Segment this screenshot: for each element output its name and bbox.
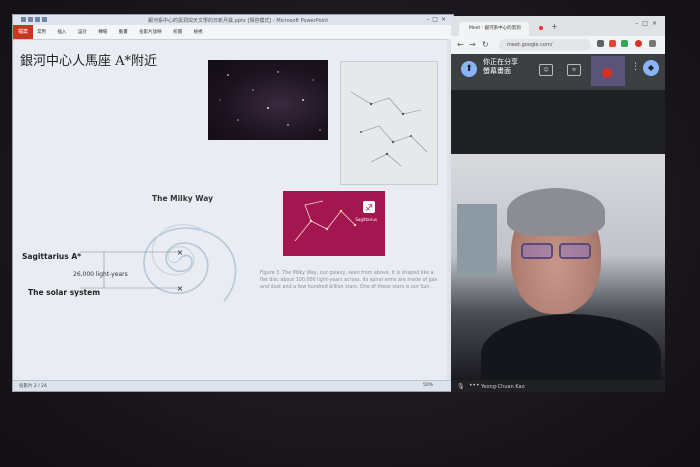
speaker-video-tile [451, 154, 665, 380]
ribbon-tab-view[interactable]: 檢視 [194, 30, 203, 35]
milky-way-title: The Milky Way [152, 194, 213, 203]
sagittarius-marker: × [177, 248, 184, 257]
extension-puzzle-icon[interactable] [621, 40, 628, 47]
reload-icon[interactable]: ↻ [482, 40, 489, 49]
sagittarius-constellation-image: ♐ Sagittarius [283, 191, 385, 256]
sagittarius-drawing: ♐ [294, 200, 375, 242]
participant-options-icon[interactable]: ••• [469, 382, 480, 389]
extension-record-icon[interactable] [609, 40, 616, 47]
slide-counter: 投影片 2 / 24 [19, 384, 47, 389]
speaker-hair [507, 188, 605, 236]
solar-system-label: The solar system [28, 288, 101, 297]
starfield-image [208, 60, 328, 140]
meet-browser-window: Meet - 銀河系中心的黑洞 + –□× ← → ↻ meet.google.… [451, 16, 665, 392]
profile-avatar[interactable] [635, 40, 642, 47]
ribbon-tab-home[interactable]: 常用 [37, 30, 46, 35]
ribbon-tab-review[interactable]: 校閱 [173, 30, 182, 35]
new-tab-icon[interactable]: + [551, 22, 558, 31]
participant-avatar[interactable]: ◆ [643, 60, 659, 76]
chat-icon[interactable]: ≡ [567, 64, 581, 76]
browser-window-controls[interactable]: –□× [635, 20, 661, 27]
self-view-tile[interactable] [591, 56, 625, 86]
meet-tab[interactable]: Meet - 銀河系中心的黑洞 [459, 22, 529, 36]
share-status-line2: 螢幕畫面 [483, 67, 511, 75]
browser-tabbar: Meet - 銀河系中心的黑洞 + –□× [451, 16, 665, 36]
projection-screen: 銀河系中心的黑洞與天文學的日新月異.pptx [相容模式] - Microsof… [0, 0, 700, 467]
participant-name-strip: 🎙 ••• Yeong-Chuan Kao [451, 382, 665, 392]
solar-system-marker: × [177, 284, 184, 293]
more-options-icon[interactable]: ⋮ [631, 62, 640, 72]
forward-icon[interactable]: → [469, 40, 476, 49]
ppt-window-title: 銀河系中心的黑洞與天文學的日新月異.pptx [相容模式] - Microsof… [148, 18, 329, 24]
share-status-line1: 你正在分享 [483, 58, 518, 66]
zoom-level[interactable]: 50% [423, 383, 433, 388]
extension-icon[interactable] [597, 40, 604, 47]
figure-caption: Figure 3. The Milky Way, our galaxy, see… [260, 271, 438, 290]
ribbon-tab-slideshow[interactable]: 投影片放映 [139, 30, 162, 35]
starfield-stars [219, 71, 321, 131]
ribbon-tab-transitions[interactable]: 轉場 [98, 30, 107, 35]
speaker-body [481, 314, 661, 380]
sagittarius-a-label: Sagittarius A* [22, 252, 82, 261]
speaker-glasses [517, 243, 597, 261]
distance-label: 26,000 light-years [73, 271, 128, 278]
ribbon-tab-animations[interactable]: 動畫 [119, 30, 128, 35]
participant-name: Yeong-Chuan Kao [481, 384, 525, 390]
mic-icon[interactable]: 🎙 [457, 383, 465, 390]
muted-mic-icon [602, 68, 612, 78]
file-tab[interactable]: 檔案 [13, 25, 33, 39]
milky-way-spiral-diagram: × × [80, 224, 237, 302]
star-chart-image [340, 61, 438, 185]
screen-share-icon: ⬆ [461, 61, 477, 77]
ppt-titlebar: 銀河系中心的黑洞與天文學的日新月異.pptx [相容模式] - Microsof… [13, 15, 453, 25]
browser-menu-icon[interactable] [649, 40, 656, 47]
background-window [457, 204, 497, 274]
slide-title: 銀河中心人馬座 A*附近 [20, 54, 158, 69]
address-bar[interactable]: meet.google.com/ [499, 39, 591, 51]
ribbon-tab-insert[interactable]: 插入 [57, 30, 66, 35]
recording-dot-icon [539, 26, 543, 30]
svg-text:♐: ♐ [365, 204, 373, 214]
window-controls[interactable]: –□× [426, 16, 449, 23]
back-icon[interactable]: ← [457, 40, 464, 49]
sagittarius-icon-label: Sagittarius [355, 217, 377, 222]
ppt-statusbar: 投影片 2 / 24 50% [13, 380, 453, 391]
ppt-ribbon: 常用 插入 設計 轉場 動畫 投影片放映 校閱 檢視 [13, 25, 453, 40]
people-icon[interactable]: ☺ [539, 64, 553, 76]
ribbon-tab-design[interactable]: 設計 [78, 30, 87, 35]
star-chart-lines [350, 91, 428, 167]
quick-access-toolbar[interactable] [21, 17, 61, 22]
share-status: 你正在分享 螢幕畫面 [483, 58, 518, 76]
ribbon-tabs: 常用 插入 設計 轉場 動畫 投影片放映 校閱 檢視 [37, 29, 213, 35]
browser-toolbar: ← → ↻ meet.google.com/ [451, 36, 665, 54]
meet-share-bar: ⬆ 你正在分享 螢幕畫面 ☺ ≡ ⋮ ◆ [451, 54, 665, 90]
